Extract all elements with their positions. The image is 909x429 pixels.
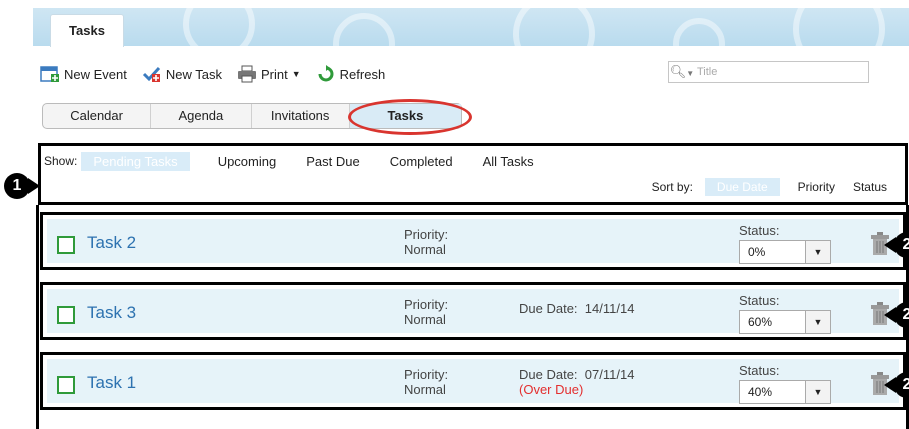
- toolbar: New Event New Task Print ▼ Refresh: [40, 62, 400, 86]
- sort-bar: Sort by: Due Date Priority Status: [652, 177, 887, 197]
- chevron-down-icon[interactable]: ▼: [805, 241, 830, 263]
- priority-value: Normal: [404, 382, 446, 397]
- task-row[interactable]: Task 1 Priority: Normal Due Date: 07/11/…: [40, 352, 906, 410]
- sort-label: Sort by:: [651, 180, 693, 194]
- task-row-body: Task 2 Priority: Normal Status: 0% ▼: [47, 219, 899, 264]
- chevron-down-icon: ▼: [291, 69, 301, 79]
- show-filter-bar: Show: Pending Tasks Upcoming Past Due Co…: [44, 150, 564, 172]
- task-row[interactable]: Task 3 Priority: Normal Due Date: 14/11/…: [40, 282, 906, 340]
- priority-label: Priority:: [404, 367, 449, 382]
- callout-marker-1: 1: [4, 173, 40, 199]
- due-date-label: Due Date:: [519, 301, 578, 316]
- search-box[interactable]: 🔍︎▼: [668, 61, 869, 83]
- status-label: Status:: [739, 223, 780, 238]
- tab-tasks[interactable]: Tasks: [349, 104, 461, 128]
- task-title[interactable]: Task 3: [87, 303, 136, 323]
- printer-icon: [237, 65, 257, 83]
- show-label: Show:: [44, 154, 78, 168]
- task-due-date: Due Date: 14/11/14: [519, 301, 634, 316]
- task-priority: Priority: Normal: [404, 297, 448, 327]
- calendar-add-icon: [40, 65, 60, 83]
- overdue-label: (Over Due): [519, 382, 584, 397]
- refresh-label: Refresh: [339, 66, 386, 82]
- task-title[interactable]: Task 2: [87, 233, 136, 253]
- filter-pending-tasks[interactable]: Pending Tasks: [81, 151, 190, 171]
- tab-agenda[interactable]: Agenda: [151, 104, 252, 128]
- status-value: 40%: [748, 385, 773, 399]
- tab-calendar[interactable]: Calendar: [43, 104, 152, 128]
- task-checkbox[interactable]: [57, 236, 75, 254]
- filter-completed[interactable]: Completed: [390, 154, 453, 169]
- task-checkbox[interactable]: [57, 376, 75, 394]
- task-row[interactable]: Task 2 Priority: Normal Status: 0% ▼: [40, 212, 906, 270]
- due-date-value: 14/11/14: [584, 301, 635, 316]
- task-title[interactable]: Task 1: [87, 373, 136, 393]
- due-date-label: Due Date:: [519, 367, 578, 382]
- filter-past-due[interactable]: Past Due: [306, 154, 359, 169]
- task-priority: Priority: Normal: [404, 367, 448, 397]
- status-select[interactable]: 60% ▼: [739, 310, 831, 334]
- tab-tasks-main[interactable]: Tasks: [50, 14, 124, 47]
- chevron-down-icon[interactable]: ▼: [805, 311, 830, 333]
- status-label: Status:: [739, 293, 780, 308]
- due-date-value: 07/11/14: [584, 367, 635, 382]
- print-button[interactable]: Print ▼: [237, 65, 301, 83]
- status-value: 0%: [748, 245, 766, 259]
- filter-upcoming[interactable]: Upcoming: [218, 154, 277, 169]
- task-priority: Priority: Normal: [404, 227, 448, 257]
- chevron-down-icon[interactable]: ▼: [805, 381, 830, 403]
- priority-label: Priority:: [404, 227, 449, 242]
- refresh-button[interactable]: Refresh: [316, 65, 386, 83]
- search-input[interactable]: [695, 65, 859, 79]
- task-row-body: Task 1 Priority: Normal Due Date: 07/11/…: [47, 359, 899, 404]
- refresh-icon: [316, 65, 336, 83]
- filter-all-tasks[interactable]: All Tasks: [483, 154, 534, 169]
- status-label: Status:: [739, 363, 780, 378]
- print-label: Print: [261, 66, 288, 82]
- priority-label: Priority:: [404, 297, 449, 312]
- priority-value: Normal: [404, 312, 446, 327]
- content-frame-left: [36, 205, 39, 429]
- task-due-date: Due Date: 07/11/14 (Over Due): [519, 367, 634, 397]
- sort-priority[interactable]: Priority: [798, 180, 835, 194]
- view-tabs: Calendar Agenda Invitations Tasks: [42, 103, 462, 129]
- tab-invitations[interactable]: Invitations: [252, 104, 350, 128]
- new-task-label: New Task: [165, 66, 222, 82]
- status-select[interactable]: 0% ▼: [739, 240, 831, 264]
- task-add-icon: [142, 65, 162, 83]
- status-value: 60%: [748, 315, 773, 329]
- new-event-button[interactable]: New Event: [40, 65, 127, 83]
- task-checkbox[interactable]: [57, 306, 75, 324]
- new-task-button[interactable]: New Task: [142, 65, 222, 83]
- priority-value: Normal: [404, 242, 446, 257]
- top-banner: [33, 8, 909, 46]
- new-event-label: New Event: [64, 66, 127, 82]
- sort-due-date[interactable]: Due Date: [704, 178, 780, 196]
- status-select[interactable]: 40% ▼: [739, 380, 831, 404]
- search-icon[interactable]: 🔍︎▼: [669, 64, 695, 80]
- sort-status[interactable]: Status: [853, 180, 887, 194]
- task-row-body: Task 3 Priority: Normal Due Date: 14/11/…: [47, 289, 899, 334]
